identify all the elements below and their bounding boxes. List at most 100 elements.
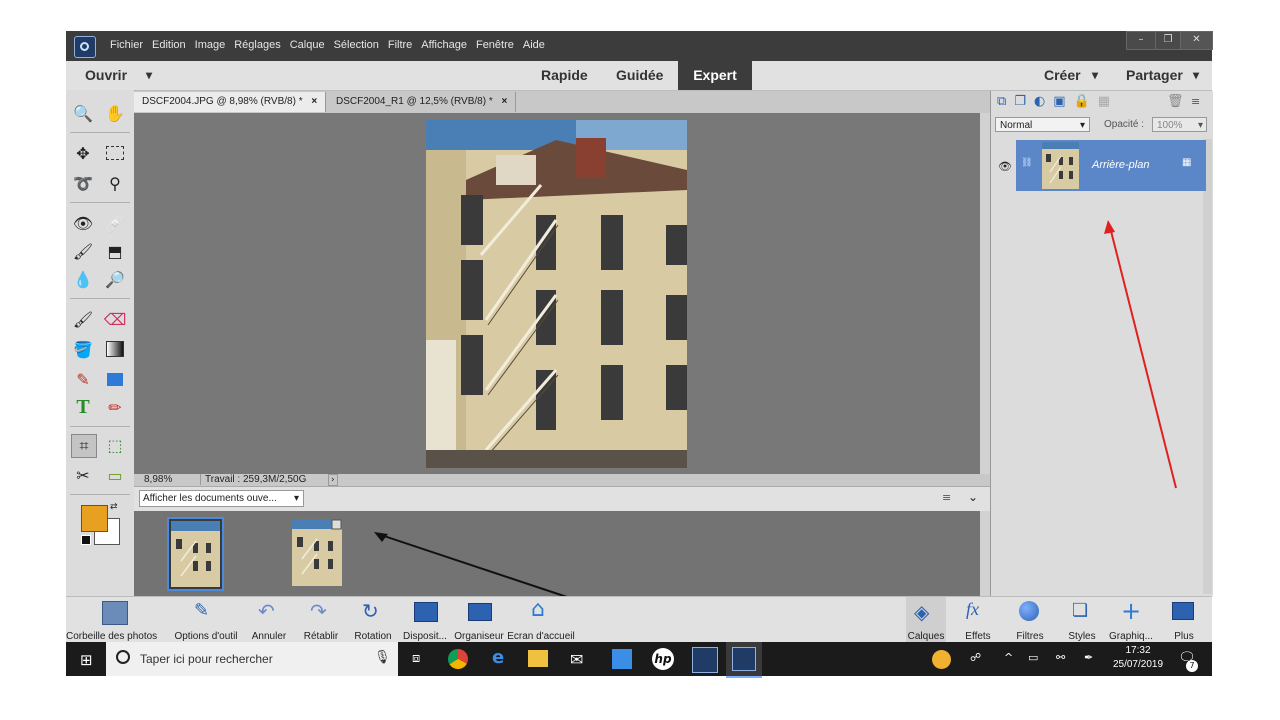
bin-dropdown[interactable]: Afficher les documents ouve... ▾ — [139, 490, 304, 507]
brush-tool-icon[interactable]: 🖌 — [71, 308, 95, 330]
share-dropdown-icon[interactable]: ▾ — [1193, 68, 1199, 82]
red-eye-tool-icon[interactable]: 👁 — [71, 212, 95, 234]
undo-button[interactable]: ↶ Annuler — [246, 597, 292, 643]
pen-icon[interactable]: ✒ — [1084, 651, 1093, 664]
close-window-button[interactable]: ✕ — [1180, 31, 1213, 50]
battery-icon[interactable]: ▭ — [1028, 651, 1038, 664]
pencil-tool-icon[interactable]: ✏ — [103, 396, 127, 418]
layers-panel-button[interactable]: ◈ Calques — [906, 597, 946, 643]
more-button[interactable]: Plus — [1164, 597, 1204, 643]
mode-guidee[interactable]: Guidée — [616, 67, 663, 83]
mode-rapide[interactable]: Rapide — [541, 67, 588, 83]
lasso-tool-icon[interactable]: ➰ — [71, 172, 95, 194]
adjustment-layer-icon[interactable]: ◐ — [1034, 94, 1045, 109]
menu-fenetre[interactable]: Fenêtre — [476, 39, 514, 51]
menu-edition[interactable]: Edition — [152, 39, 186, 51]
effects-button[interactable]: fx Effets — [958, 597, 998, 643]
clone-stamp-tool-icon[interactable]: ⬒ — [103, 240, 127, 262]
trash-icon[interactable]: 🗑 — [1167, 94, 1184, 109]
bin-thumbnail[interactable] — [167, 517, 224, 591]
tab-dscf2004[interactable]: DSCF2004.JPG @ 8,98% (RVB/8) * × — [134, 92, 327, 112]
tab-dscf2004-r1[interactable]: DSCF2004_R1 @ 12,5% (RVB/8) * × — [328, 92, 517, 112]
minimize-button[interactable]: – — [1126, 31, 1156, 50]
tab-close-icon[interactable]: × — [502, 96, 508, 107]
restore-button[interactable]: ❐ — [1155, 31, 1181, 50]
clock[interactable]: 17:32 25/07/2019 — [1112, 644, 1164, 672]
new-layer-icon[interactable]: ⧉ — [997, 94, 1006, 109]
eraser-tool-icon[interactable]: ⌫ — [103, 308, 127, 330]
task-view-icon[interactable]: ⧈ — [412, 651, 420, 666]
open-button[interactable]: Ouvrir — [85, 67, 127, 83]
spot-healing-tool-icon[interactable]: 🩹 — [103, 212, 127, 234]
help-icon[interactable] — [932, 650, 951, 669]
text-tool-icon[interactable]: T — [71, 396, 95, 418]
menu-selection[interactable]: Sélection — [334, 39, 379, 51]
mode-expert[interactable]: Expert — [678, 61, 752, 90]
paint-bucket-tool-icon[interactable]: 🪣 — [71, 338, 95, 360]
rotate-button[interactable]: ↻ Rotation — [350, 597, 396, 643]
layer-lock-icon[interactable]: ▦ — [1182, 157, 1191, 168]
collapse-bin-icon[interactable]: ⌄ — [968, 490, 978, 504]
new-group-icon[interactable]: ❐ — [1014, 94, 1026, 109]
photo-bin-button[interactable]: Corbeille des photos — [66, 597, 157, 643]
default-colors-icon[interactable] — [81, 535, 91, 545]
menu-aide[interactable]: Aide — [523, 39, 545, 51]
canvas-vertical-scrollbar[interactable] — [980, 113, 990, 474]
tab-close-icon[interactable]: × — [311, 96, 317, 107]
sponge-tool-icon[interactable]: 🔎 — [103, 268, 127, 290]
create-dropdown-icon[interactable]: ▾ — [1092, 68, 1098, 82]
menu-affichage[interactable]: Affichage — [421, 39, 467, 51]
graphics-button[interactable]: + Graphiq... — [1106, 597, 1156, 643]
lock-icon[interactable]: 🔒 — [1074, 94, 1090, 109]
windows-start-icon[interactable]: ⊞ — [80, 651, 93, 669]
file-explorer-icon[interactable] — [528, 650, 548, 667]
move-tool-icon[interactable]: ✥ — [71, 142, 95, 164]
share-button[interactable]: Partager — [1126, 67, 1183, 83]
hp-icon[interactable]: hp — [652, 648, 674, 670]
visibility-eye-icon[interactable]: 👁 — [998, 160, 1012, 173]
show-hidden-icons[interactable]: ^ — [1004, 651, 1013, 664]
opacity-field[interactable]: 100% ▾ — [1152, 117, 1207, 132]
crop-tool-icon[interactable]: ⌗ — [71, 434, 97, 458]
blur-tool-icon[interactable]: 💧 — [71, 268, 95, 290]
panel-menu-icon[interactable]: ≡ — [1191, 95, 1200, 108]
elements-editor-taskbar-button[interactable] — [726, 642, 762, 678]
microphone-icon[interactable]: 🎙 — [374, 650, 391, 665]
panel-scrollbar[interactable] — [1203, 139, 1212, 594]
edge-icon[interactable]: e — [492, 647, 504, 668]
status-arrow-icon[interactable]: › — [328, 474, 338, 486]
bin-scrollbar[interactable] — [980, 511, 990, 596]
tool-options-button[interactable]: ✎ Options d'outil — [166, 597, 246, 643]
eyedropper-tool-icon[interactable]: ✎ — [71, 368, 95, 390]
network-icon[interactable]: ⚯ — [1056, 651, 1065, 664]
foreground-color-swatch-top[interactable] — [81, 505, 108, 532]
redo-button[interactable]: ↷ Rétablir — [298, 597, 344, 643]
menu-calque[interactable]: Calque — [290, 39, 325, 51]
layer-row-background[interactable]: ⛓ Arrière-plan ▦ — [1016, 140, 1206, 191]
straighten-tool-icon[interactable]: ▭ — [103, 464, 127, 486]
lock-transparency-icon[interactable]: ▦ — [1098, 94, 1110, 109]
zoom-level[interactable]: 8,98% — [144, 474, 172, 485]
smart-brush-tool-icon[interactable]: 🖌 — [71, 240, 95, 262]
layer-mask-icon[interactable]: ▣ — [1053, 94, 1065, 109]
people-icon[interactable]: ☍ — [970, 651, 981, 664]
menu-image[interactable]: Image — [195, 39, 226, 51]
menu-reglages[interactable]: Réglages — [234, 39, 280, 51]
open-dropdown-icon[interactable]: ▾ — [146, 68, 152, 82]
shape-tool-icon[interactable] — [103, 368, 127, 390]
store-icon[interactable] — [612, 649, 632, 669]
create-button[interactable]: Créer — [1044, 67, 1081, 83]
organizer-button[interactable]: Organiseur — [452, 597, 506, 643]
menu-fichier[interactable]: Fichier — [110, 39, 143, 51]
quick-selection-tool-icon[interactable]: ⚲ — [103, 172, 127, 194]
layout-button[interactable]: Disposit... — [400, 597, 450, 643]
filters-button[interactable]: Filtres — [1010, 597, 1050, 643]
gradient-tool-icon[interactable] — [103, 338, 127, 360]
hand-tool-icon[interactable]: ✋ — [103, 102, 127, 124]
marquee-tool-icon[interactable] — [103, 142, 127, 164]
home-screen-button[interactable]: ⌂ Ecran d'accueil — [506, 597, 576, 643]
recompose-tool-icon[interactable]: ⬚ — [103, 434, 127, 456]
layer-name[interactable]: Arrière-plan — [1092, 159, 1149, 171]
mail-icon[interactable]: ✉ — [570, 650, 583, 669]
bin-thumbnail[interactable] — [292, 519, 342, 586]
